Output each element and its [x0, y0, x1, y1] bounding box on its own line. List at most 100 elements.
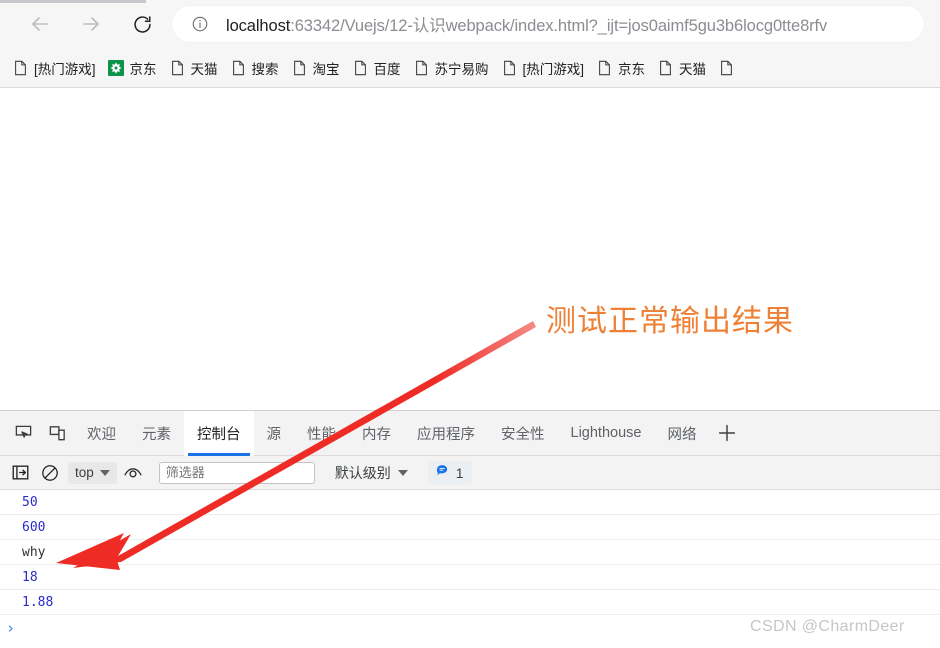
bookmark-item[interactable]: 百度	[346, 54, 407, 82]
bookmark-item[interactable]: 京东	[590, 54, 651, 82]
console-log-value: 18	[22, 569, 38, 585]
console-log-row[interactable]: 1.88	[0, 590, 940, 615]
console-log-row[interactable]: why	[0, 540, 940, 565]
annotation-text: 测试正常输出结果	[546, 305, 794, 338]
message-count-badge[interactable]: 1	[427, 460, 472, 485]
tab-label: 源	[266, 426, 282, 443]
bookmark-item[interactable]: [热门游戏]	[6, 54, 102, 82]
jd-logo-icon	[108, 59, 125, 76]
page-icon	[230, 59, 247, 76]
forward-arrow-icon	[83, 17, 99, 31]
execution-context-select[interactable]: top	[68, 461, 117, 484]
log-level-select[interactable]: 默认级别	[329, 461, 414, 485]
jd-flower-glyph	[110, 61, 122, 74]
device-toolbar-icon[interactable]	[40, 417, 74, 449]
back-button[interactable]	[24, 8, 56, 40]
tab-console[interactable]: 控制台	[184, 410, 254, 456]
info-circle-icon[interactable]	[190, 14, 210, 34]
page-icon	[413, 59, 430, 76]
clear-console-icon[interactable]	[36, 460, 64, 486]
reload-button[interactable]	[126, 8, 158, 40]
console-sidebar-icon[interactable]	[6, 460, 34, 486]
console-log-value: 50	[22, 494, 38, 510]
bookmark-item[interactable]: 淘宝	[285, 54, 346, 82]
bookmark-label: 天猫	[190, 61, 218, 77]
devtools-panel: 欢迎 元素 控制台 源 性能 内存 应用程序 安全性 Lighthouse 网络	[0, 410, 940, 648]
console-log-row[interactable]: 50	[0, 490, 940, 515]
tabstrip-edge	[0, 0, 146, 3]
reload-icon	[133, 15, 151, 33]
tab-sources[interactable]: 源	[254, 411, 295, 456]
tab-memory[interactable]: 内存	[349, 411, 404, 456]
bookmark-item[interactable]: 苏宁易购	[407, 54, 495, 82]
bookmark-label: 淘宝	[312, 61, 340, 77]
console-log-row[interactable]: 600	[0, 515, 940, 540]
bookmarks-bar: [热门游戏] 京东 天猫 搜索 淘宝 百度 苏宁易购 [热门游戏] 京东 天猫	[0, 48, 940, 88]
message-count-value: 1	[455, 464, 464, 481]
tab-network[interactable]: 网络	[654, 411, 709, 456]
bookmark-item[interactable]: [热门游戏]	[495, 54, 591, 82]
bookmark-item-truncated[interactable]	[712, 54, 746, 82]
page-icon	[501, 59, 518, 76]
address-bar-path: :63342/Vuejs/12-认识webpack/index.html?_ij…	[290, 17, 828, 35]
tab-application[interactable]: 应用程序	[404, 411, 488, 456]
tab-label: 欢迎	[87, 426, 116, 443]
tab-welcome[interactable]: 欢迎	[74, 411, 129, 456]
forward-button[interactable]	[75, 8, 107, 40]
tab-label: 应用程序	[417, 426, 475, 443]
console-log-value: why	[22, 544, 46, 560]
bookmark-item-jd[interactable]: 京东	[102, 54, 163, 82]
plus-icon	[719, 424, 736, 442]
tab-label: 网络	[667, 426, 697, 443]
watermark: CSDN @CharmDeer	[750, 618, 905, 635]
bookmark-label: [热门游戏]	[34, 61, 96, 77]
address-bar[interactable]: localhost:63342/Vuejs/12-认识webpack/index…	[172, 6, 924, 42]
execution-context-value: top	[75, 465, 94, 480]
tab-label: 控制台	[197, 426, 241, 443]
console-filter-input[interactable]	[158, 461, 315, 484]
chevron-down-icon	[397, 469, 408, 476]
tab-label: 性能	[307, 426, 336, 443]
tab-label: 元素	[142, 426, 171, 443]
tab-elements[interactable]: 元素	[129, 411, 184, 456]
page-icon	[291, 59, 308, 76]
browser-window: localhost:63342/Vuejs/12-认识webpack/index…	[0, 0, 940, 648]
page-icon	[657, 59, 674, 76]
tab-security[interactable]: 安全性	[488, 411, 558, 456]
console-log-row[interactable]: 18	[0, 565, 940, 590]
console-log-value: 1.88	[22, 594, 54, 610]
console-toolbar: top 默认级别 1	[0, 456, 940, 490]
tab-label: Lighthouse	[570, 425, 642, 441]
page-viewport	[0, 89, 940, 410]
bookmark-label: 苏宁易购	[434, 61, 489, 77]
chevron-down-icon	[99, 469, 110, 476]
inspect-element-icon[interactable]	[6, 417, 40, 449]
eye-icon[interactable]	[119, 460, 147, 486]
tab-lighthouse[interactable]: Lighthouse	[558, 411, 655, 456]
speech-bubble-icon	[436, 463, 450, 482]
log-level-value: 默认级别	[334, 464, 391, 481]
tab-performance[interactable]: 性能	[294, 411, 349, 456]
page-icon	[352, 59, 369, 76]
bookmark-label: 百度	[373, 61, 401, 77]
bookmark-label: 京东	[129, 61, 157, 77]
page-icon	[169, 59, 186, 76]
back-arrow-icon	[32, 17, 48, 31]
page-icon	[12, 59, 29, 76]
console-log-value: 600	[22, 519, 46, 535]
tab-label: 内存	[362, 426, 391, 443]
bookmark-label: 京东	[618, 61, 646, 77]
page-icon	[596, 59, 613, 76]
address-bar-host: localhost	[226, 17, 291, 35]
prompt-caret-icon: ›	[6, 619, 16, 637]
bookmark-label: 天猫	[679, 61, 707, 77]
bookmark-item[interactable]: 搜索	[224, 54, 285, 82]
add-panel-button[interactable]	[709, 411, 745, 456]
bookmark-label: [热门游戏]	[522, 61, 585, 77]
address-bar-url: localhost:63342/Vuejs/12-认识webpack/index…	[226, 12, 827, 36]
browser-toolbar: localhost:63342/Vuejs/12-认识webpack/index…	[0, 0, 940, 48]
bookmark-item[interactable]: 天猫	[651, 54, 712, 82]
tab-label: 安全性	[501, 426, 545, 443]
bookmark-label: 搜索	[251, 61, 279, 77]
bookmark-item[interactable]: 天猫	[163, 54, 224, 82]
